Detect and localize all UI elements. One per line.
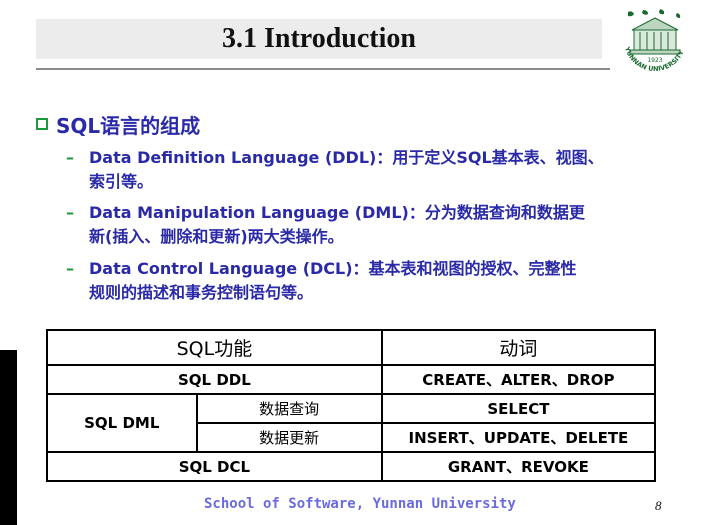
table-row: SQL功能 动词 [46, 329, 657, 366]
university-building-icon [629, 17, 681, 55]
list-item-dml: – Data Manipulation Language (DML)：分为数据查… [66, 201, 646, 249]
cell-update-verbs: INSERT、UPDATE、DELETE [380, 422, 657, 453]
title-underline [36, 68, 610, 70]
left-edge-strip [0, 350, 17, 525]
table-row: SQL DML 数据查询 SELECT [46, 393, 657, 453]
checkbox-bullet-icon [36, 118, 48, 130]
dash-bullet-icon: – [66, 203, 74, 222]
cell-update-label: 数据更新 [195, 422, 383, 453]
page-number: 8 [655, 498, 662, 513]
list-item-ddl: – Data Definition Language (DDL)：用于定义SQL… [66, 146, 646, 194]
item-line1: Data Manipulation Language (DML)：分为数据查询和… [89, 203, 585, 222]
item-line2: 新(插入、删除和更新)两大类操作。 [89, 227, 344, 246]
cell-dcl-verbs: GRANT、REVOKE [380, 451, 657, 482]
dash-bullet-icon: – [66, 148, 74, 167]
table-row: SQL DDL CREATE、ALTER、DROP [46, 364, 657, 395]
cell-query-label: 数据查询 [195, 393, 383, 424]
section-heading: SQL语言的组成 [56, 113, 201, 138]
footer-text: School of Software, Yunnan University [204, 496, 516, 512]
item-line1: Data Definition Language (DDL)：用于定义SQL基本… [89, 148, 604, 167]
university-logo: 1923 YUNNAN UNIVERSITY [623, 9, 686, 73]
slide-title: 3.1 Introduction [222, 23, 416, 54]
list-item-dcl: – Data Control Language (DCL)：基本表和视图的授权、… [66, 257, 646, 305]
item-line2: 规则的描述和事务控制语句等。 [89, 283, 314, 302]
calligraphy-icon [628, 9, 681, 18]
cell-ddl-label: SQL DDL [46, 364, 383, 395]
cell-dcl-label: SQL DCL [46, 451, 383, 482]
cell-dml-label: SQL DML [46, 393, 198, 453]
cell-query-verbs: SELECT [380, 393, 657, 424]
table-row: SQL DCL GRANT、REVOKE [46, 451, 657, 482]
header-verbs: 动词 [380, 329, 657, 366]
cell-ddl-verbs: CREATE、ALTER、DROP [380, 364, 657, 395]
section-bullet: SQL语言的组成 [36, 111, 201, 138]
item-line2: 索引等。 [89, 172, 154, 191]
sql-function-table: SQL功能 动词 SQL DDL CREATE、ALTER、DROP SQL D… [46, 329, 657, 482]
logo-year: 1923 [647, 57, 662, 64]
dash-bullet-icon: – [66, 259, 74, 278]
item-line1: Data Control Language (DCL)：基本表和视图的授权、完整… [89, 259, 577, 278]
header-function: SQL功能 [46, 329, 383, 366]
